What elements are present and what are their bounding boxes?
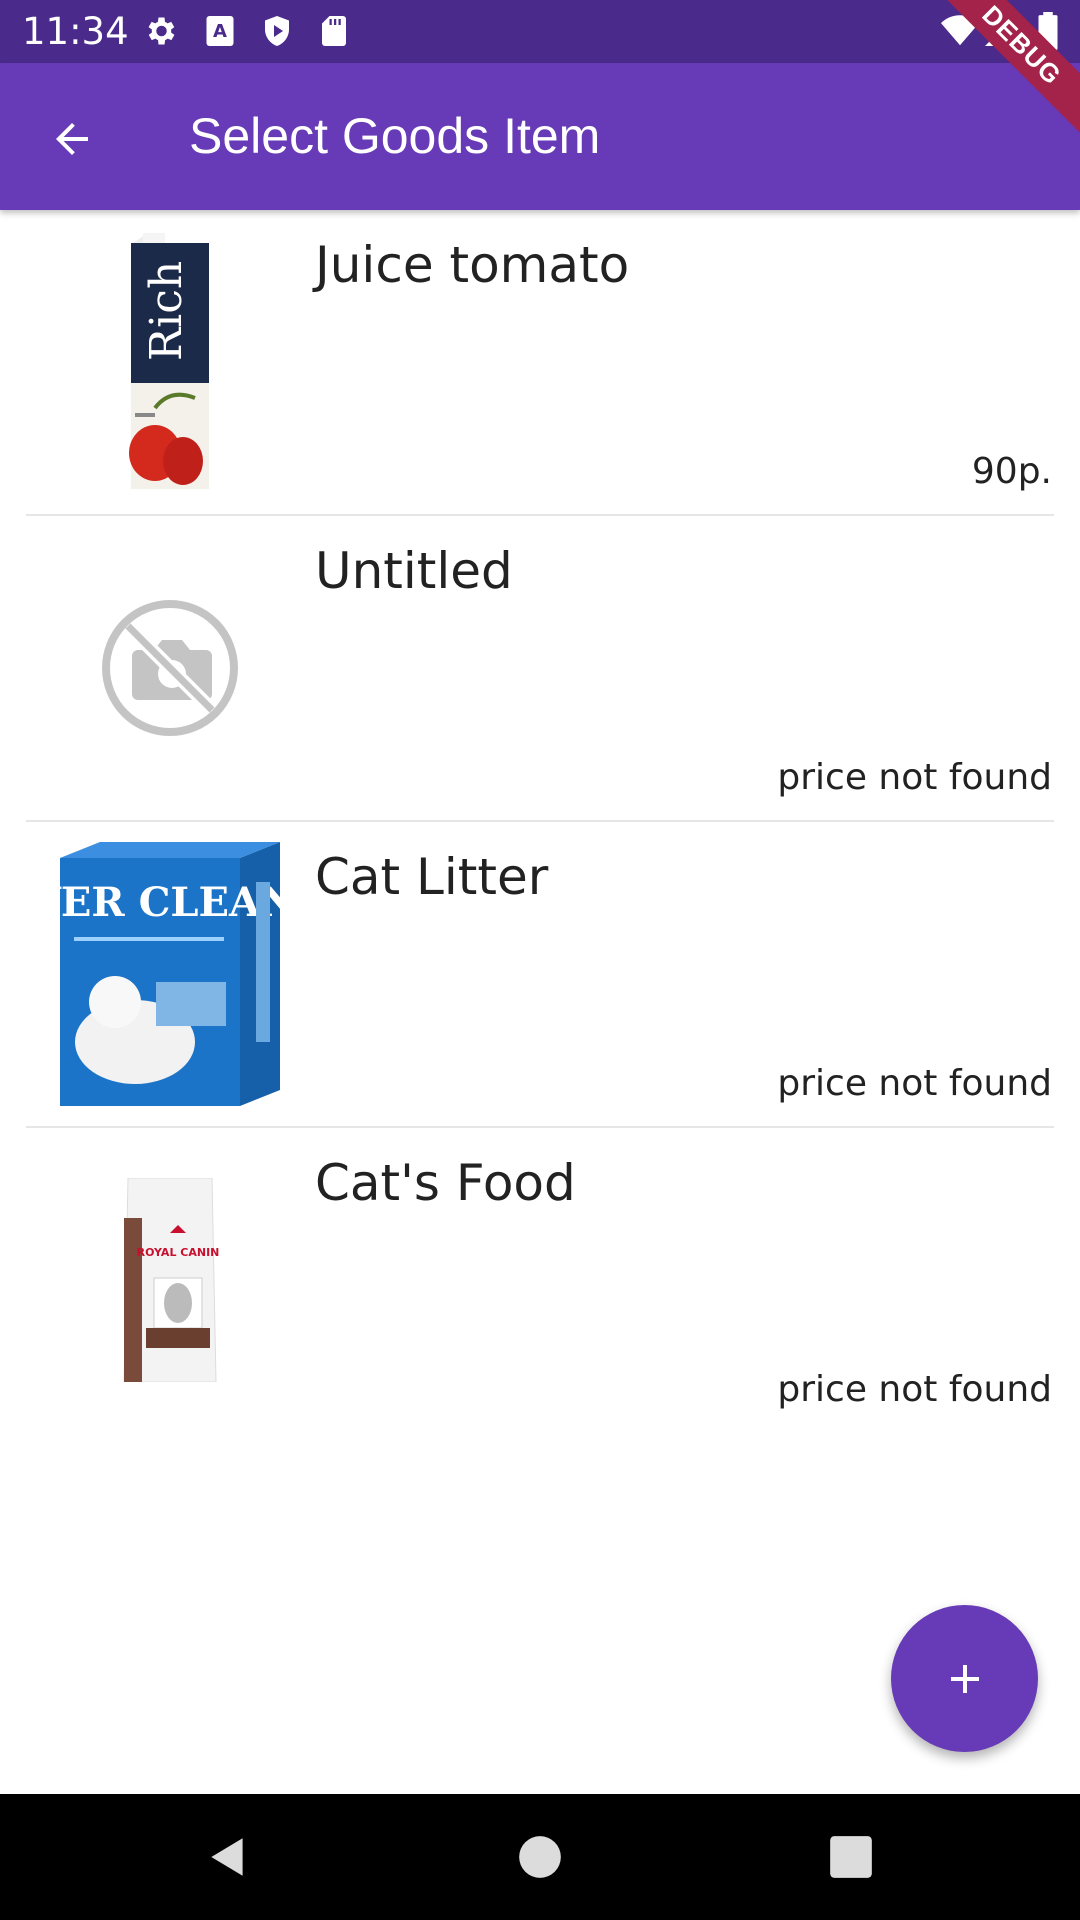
item-thumbnail [40,536,300,800]
app-bar: Select Goods Item [0,63,1080,210]
goods-list-item[interactable]: EVER CLEAN Cat Litter price not found [26,822,1054,1128]
ever-clean-box-image: EVER CLEAN [60,842,280,1106]
goods-list: Rich Juice tomato 90р. Untitled price no… [0,210,1080,1432]
item-name: Untitled [315,542,513,600]
status-time: 11:34 [22,10,129,53]
royal-canin-brand-text: ROYAL CANIN [137,1246,220,1259]
shield-play-icon [265,16,289,46]
recents-square-icon[interactable] [826,1832,876,1882]
item-thumbnail: Rich [40,230,300,494]
ever-clean-brand-text: EVER CLEAN [60,879,280,926]
goods-list-item[interactable]: Untitled price not found [26,516,1054,822]
rich-brand-text: Rich [141,261,192,361]
no-photo-icon [102,600,238,736]
svg-text:A: A [213,21,227,42]
item-name: Juice tomato [315,236,630,294]
item-price: 90р. [971,451,1052,492]
plus-icon [950,1664,979,1693]
a-icon: A [206,16,234,46]
item-price: price not found [777,757,1052,798]
settings-icon [148,17,175,45]
item-name: Cat's Food [315,1154,576,1212]
system-nav-bar [0,1794,1080,1920]
item-price: price not found [777,1063,1052,1104]
item-thumbnail: ROYAL CANIN [40,1148,300,1412]
item-name: Cat Litter [315,848,549,906]
status-bar: 11:34 A [0,0,1080,63]
arrow-back-icon [56,123,88,155]
page-title: Select Goods Item [189,108,601,164]
rich-juice-carton-image: Rich [129,233,209,489]
home-circle-icon[interactable] [515,1832,565,1882]
item-price: price not found [777,1369,1052,1410]
item-thumbnail: EVER CLEAN [40,842,300,1106]
add-item-button[interactable] [891,1605,1038,1752]
back-triangle-icon[interactable] [203,1832,253,1882]
goods-list-item[interactable]: Rich Juice tomato 90р. [26,210,1054,516]
royal-canin-bag-image: ROYAL CANIN [123,1178,220,1382]
goods-list-item[interactable]: ROYAL CANIN Cat's Food price not found [26,1128,1054,1432]
back-button[interactable] [36,103,108,175]
sd-card-icon [322,16,346,46]
